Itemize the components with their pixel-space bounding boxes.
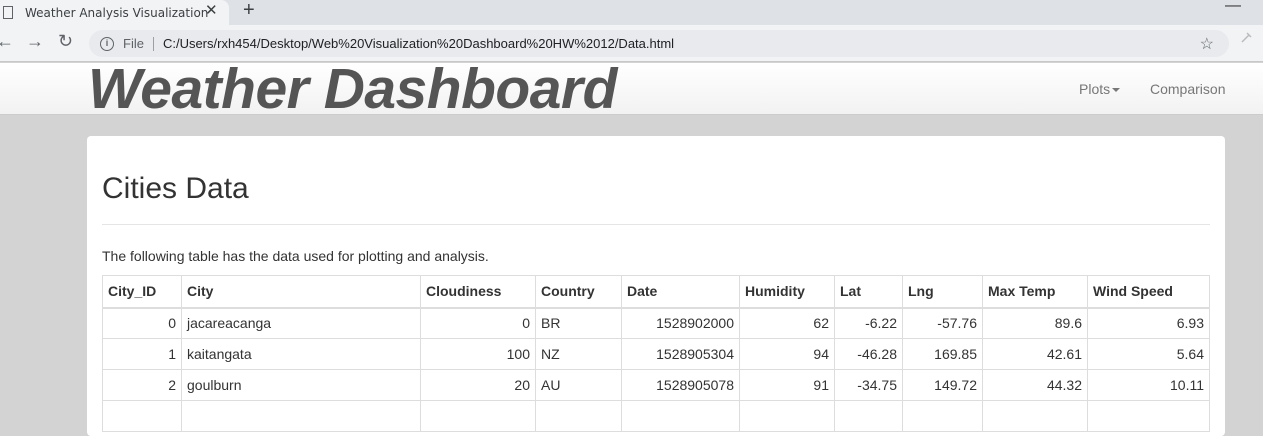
comparison-link[interactable]: Comparison <box>1150 81 1225 97</box>
new-tab-icon[interactable]: + <box>243 0 255 22</box>
table-cell: -46.28 <box>834 338 903 370</box>
document-icon <box>3 6 13 19</box>
plots-label: Plots <box>1079 81 1111 97</box>
table-row: 1 kaitangata 100 NZ 1528905304 94 -46.28 169.85… <box>102 338 1210 370</box>
table-cell: 1 <box>102 338 182 370</box>
table-row: 2 goulburn 20 AU 1528905078 91 -34.75 149.72 44.… <box>102 369 1210 401</box>
table-cell: 89.6 <box>982 307 1088 339</box>
address-bar[interactable]: i File C:/Users/rxh454/Desktop/Web%20Vis… <box>89 30 1229 57</box>
table-cell: 6.93 <box>1087 307 1210 339</box>
table-cell: -34.75 <box>834 369 903 401</box>
site-navbar: Weather Dashboard Plots Comparison <box>0 57 1263 121</box>
table-header-row: City_ID City Cloudiness Country Date Humidity… <box>102 275 1210 309</box>
page-title: Cities Data <box>102 172 249 205</box>
brand-title[interactable]: Weather Dashboard <box>88 56 617 122</box>
table-cell <box>982 400 1088 432</box>
table-cell: NZ <box>535 338 622 370</box>
tab-strip: Weather Analysis Visualization ✕ + — <box>0 0 1263 25</box>
table-cell: 1528902000 <box>621 307 740 339</box>
table-cell: -57.76 <box>902 307 983 339</box>
table-cell: 44.32 <box>982 369 1088 401</box>
omnibox-divider <box>152 36 154 51</box>
table-cell: 5.64 <box>1087 338 1210 370</box>
column-header: Cloudiness <box>420 275 536 309</box>
table-cell <box>420 400 536 432</box>
table-cell: 42.61 <box>982 338 1088 370</box>
content-panel: Cities Data The following table has the … <box>87 136 1225 436</box>
table-cell: goulburn <box>181 369 421 401</box>
column-header: Date <box>621 275 740 309</box>
plots-dropdown[interactable]: Plots <box>1079 81 1121 97</box>
table-cell: 62 <box>739 307 835 339</box>
column-header: City <box>181 275 421 309</box>
url-text[interactable]: C:/Users/rxh454/Desktop/Web%20Visualizat… <box>163 36 674 51</box>
divider <box>102 224 1210 225</box>
table-cell: AU <box>535 369 622 401</box>
column-header: Lng <box>902 275 983 309</box>
table-row: 0 jacareacanga 0 BR 1528902000 62 -6.22 -57.76 8… <box>102 307 1210 339</box>
description-text: The following table has the data used fo… <box>102 248 489 264</box>
table-cell <box>102 400 182 432</box>
table-cell: 0 <box>420 307 536 339</box>
minimize-icon[interactable]: — <box>1225 0 1241 15</box>
table-cell <box>535 400 622 432</box>
forward-icon[interactable]: → <box>26 31 44 52</box>
bookmark-star-icon[interactable]: ☆ <box>1200 34 1214 54</box>
table-cell: 169.85 <box>902 338 983 370</box>
table-cell: BR <box>535 307 622 339</box>
table-cell: 91 <box>739 369 835 401</box>
table-cell <box>181 400 421 432</box>
table-cell <box>902 400 983 432</box>
table-cell: 94 <box>739 338 835 370</box>
table-cell: 149.72 <box>902 369 983 401</box>
table-cell <box>739 400 835 432</box>
cities-table: City_ID City Cloudiness Country Date Humidity… <box>102 275 1210 432</box>
table-cell <box>621 400 740 432</box>
table-cell: jacareacanga <box>181 307 421 339</box>
back-icon[interactable]: ← <box>0 31 14 52</box>
table-cell: 2 <box>102 369 182 401</box>
column-header: Humidity <box>739 275 835 309</box>
table-cell: 20 <box>420 369 536 401</box>
table-cell: 1528905304 <box>621 338 740 370</box>
caret-down-icon <box>1112 88 1121 93</box>
table-cell <box>1087 400 1210 432</box>
column-header: City_ID <box>102 275 182 309</box>
info-icon[interactable]: i <box>100 36 114 51</box>
column-header: Lat <box>834 275 903 309</box>
column-header: Wind Speed <box>1087 275 1210 309</box>
close-tab-icon[interactable]: ✕ <box>205 1 218 19</box>
table-cell: 1528905078 <box>621 369 740 401</box>
table-cell <box>834 400 903 432</box>
tab-title: Weather Analysis Visualization <box>25 5 209 20</box>
table-cell: 100 <box>420 338 536 370</box>
table-row <box>102 400 1210 432</box>
column-header: Max Temp <box>982 275 1088 309</box>
reload-icon[interactable]: ↻ <box>58 31 73 52</box>
table-cell: -6.22 <box>834 307 903 339</box>
column-header: Country <box>535 275 622 309</box>
scheme-label: File <box>123 36 144 51</box>
table-cell: 0 <box>102 307 182 339</box>
table-cell: 10.11 <box>1087 369 1210 401</box>
browser-tab[interactable]: Weather Analysis Visualization ✕ <box>0 0 229 25</box>
table-cell: kaitangata <box>181 338 421 370</box>
extension-icon[interactable] <box>1240 31 1252 47</box>
